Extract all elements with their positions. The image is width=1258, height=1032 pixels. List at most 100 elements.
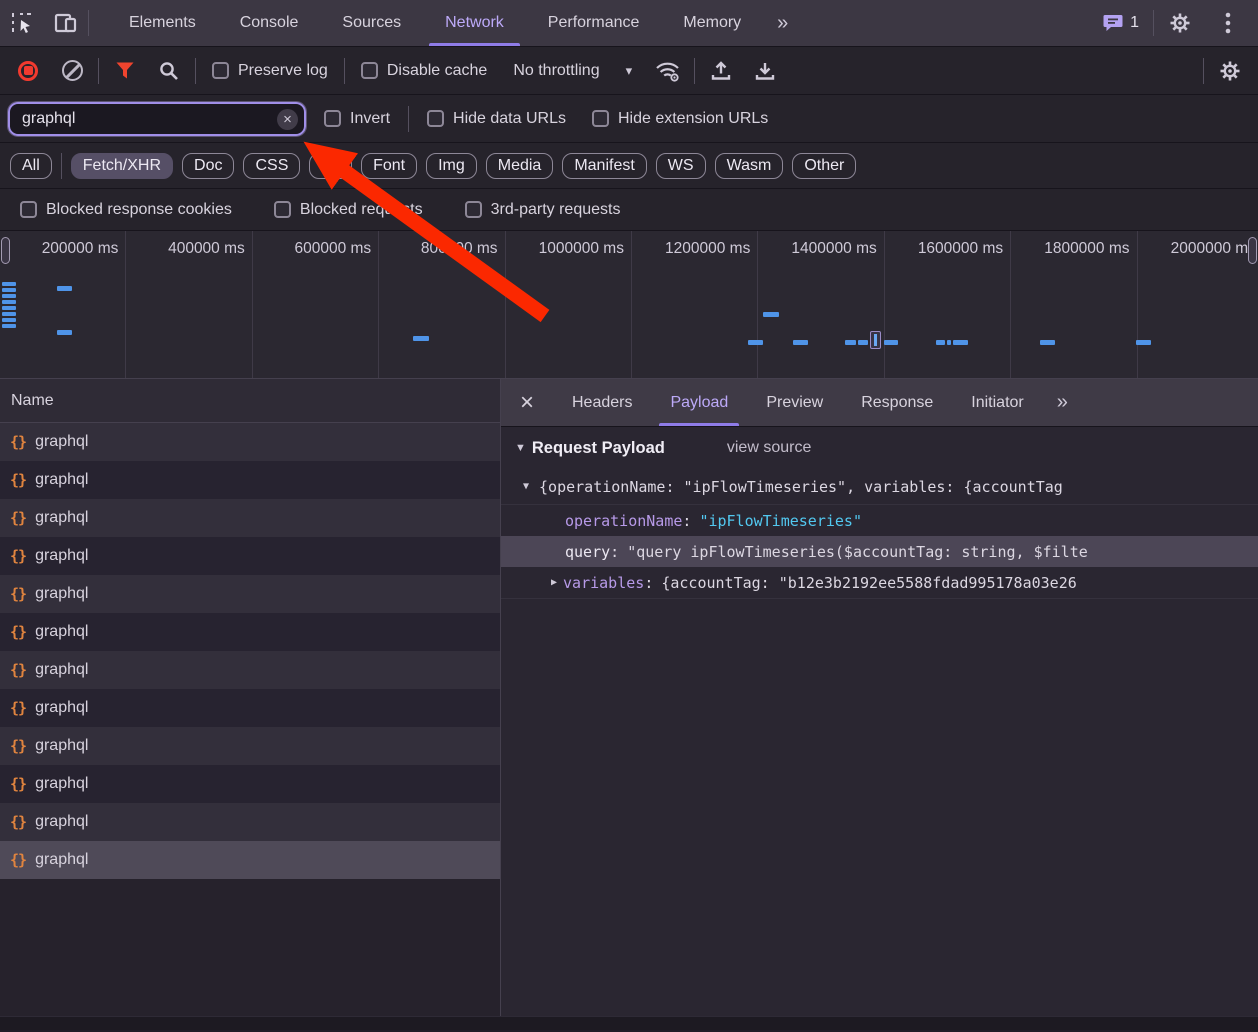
request-list-pane: Name {}graphql{}graphql{}graphql{}graphq…: [0, 379, 501, 1016]
expand-triangle-icon[interactable]: ▼: [523, 481, 529, 492]
hide-extension-urls-checkbox[interactable]: Hide extension URLs: [584, 110, 776, 128]
preserve-log-checkbox[interactable]: Preserve log: [204, 62, 336, 80]
pill-media[interactable]: Media: [486, 153, 554, 179]
payload-value: "ipFlowTimeseries": [699, 512, 862, 530]
issues-button[interactable]: 1: [1093, 14, 1149, 32]
timeline-bar: [793, 340, 808, 345]
details-tab-payload[interactable]: Payload: [651, 379, 747, 426]
table-row[interactable]: {}graphql: [0, 537, 500, 575]
funnel-icon: [116, 62, 134, 79]
table-row[interactable]: {}graphql: [0, 803, 500, 841]
pill-wasm[interactable]: Wasm: [715, 153, 784, 179]
timeline-bar: [953, 340, 968, 345]
tab-performance[interactable]: Performance: [526, 0, 662, 46]
table-row[interactable]: {}graphql: [0, 765, 500, 803]
pill-css[interactable]: CSS: [243, 153, 300, 179]
table-row[interactable]: {}graphql: [0, 651, 500, 689]
more-panels-icon[interactable]: »: [763, 0, 802, 46]
details-tab-response[interactable]: Response: [842, 379, 952, 426]
details-tab-initiator[interactable]: Initiator: [952, 379, 1042, 426]
payload-row[interactable]: ▶variables:{accountTag: "b12e3b2192ee558…: [501, 567, 1258, 598]
import-har-button[interactable]: [703, 53, 739, 89]
device-toolbar-icon: [54, 12, 78, 34]
timeline-bar: [748, 340, 763, 345]
disable-cache-label: Disable cache: [387, 62, 488, 80]
details-tab-preview[interactable]: Preview: [747, 379, 842, 426]
table-row[interactable]: {}graphql: [0, 727, 500, 765]
pill-js[interactable]: JS: [309, 153, 352, 179]
clear-filter-icon[interactable]: ×: [277, 109, 298, 130]
invert-checkbox[interactable]: Invert: [316, 110, 398, 128]
network-settings-button[interactable]: [1212, 53, 1248, 89]
details-tab-headers[interactable]: Headers: [553, 379, 651, 426]
filter-input[interactable]: [8, 102, 306, 136]
pill-fetch-xhr[interactable]: Fetch/XHR: [71, 153, 173, 179]
checkbox-label: 3rd-party requests: [491, 201, 621, 219]
clear-network-log-button[interactable]: [54, 53, 90, 89]
pill-manifest[interactable]: Manifest: [562, 153, 646, 179]
bottom-scroll-band: [0, 1016, 1258, 1030]
table-row[interactable]: {}graphql: [0, 575, 500, 613]
kebab-menu-button[interactable]: [1206, 12, 1250, 34]
pill-doc[interactable]: Doc: [182, 153, 234, 179]
pill-font[interactable]: Font: [361, 153, 417, 179]
network-conditions-button[interactable]: [650, 53, 686, 89]
blocked-response-cookies-checkbox[interactable]: Blocked response cookies: [12, 201, 240, 219]
tab-network[interactable]: Network: [423, 0, 526, 46]
search-button[interactable]: [151, 53, 187, 89]
timeline-column: 200000 ms: [0, 231, 126, 378]
pill-ws[interactable]: WS: [656, 153, 706, 179]
blocked-requests-checkbox[interactable]: Blocked requests: [266, 201, 431, 219]
tab-console[interactable]: Console: [218, 0, 321, 46]
payload-panel: ▼ Request Payload view source ▼ {operati…: [501, 427, 1258, 1016]
device-toolbar-button[interactable]: [44, 0, 88, 46]
pill-img[interactable]: Img: [426, 153, 477, 179]
table-row[interactable]: {}graphql: [0, 841, 500, 879]
filter-toggle-button[interactable]: [107, 53, 143, 89]
pill-other[interactable]: Other: [792, 153, 856, 179]
timeline-column: 1400000 ms: [758, 231, 884, 378]
table-row[interactable]: {}graphql: [0, 689, 500, 727]
3rd-party-requests-checkbox[interactable]: 3rd-party requests: [457, 201, 629, 219]
overview-right-handle[interactable]: [1248, 237, 1257, 264]
timeline-bar: [1136, 340, 1151, 345]
table-row[interactable]: {}graphql: [0, 423, 500, 461]
record-network-log-button[interactable]: [10, 53, 46, 89]
checkbox-box: [324, 110, 341, 127]
collapse-triangle-icon[interactable]: ▼: [515, 442, 526, 454]
checkbox-label: Blocked requests: [300, 201, 423, 219]
tab-elements[interactable]: Elements: [107, 0, 218, 46]
upload-icon: [710, 60, 732, 82]
payload-row[interactable]: query:"query ipFlowTimeseries($accountTa…: [501, 536, 1258, 567]
hide-data-urls-checkbox[interactable]: Hide data URLs: [419, 110, 574, 128]
checkbox-box: [20, 201, 37, 218]
expand-triangle-icon[interactable]: ▶: [551, 577, 557, 588]
close-details-button[interactable]: ×: [501, 379, 553, 426]
timeline-column: 800000 ms: [379, 231, 505, 378]
settings-button[interactable]: [1158, 12, 1202, 34]
timeline-bar: [2, 318, 16, 322]
pill-all[interactable]: All: [10, 153, 52, 179]
divider: [98, 58, 99, 84]
more-details-tabs-icon[interactable]: »: [1043, 379, 1082, 426]
table-row[interactable]: {}graphql: [0, 613, 500, 651]
disable-cache-checkbox[interactable]: Disable cache: [353, 62, 496, 80]
tab-sources[interactable]: Sources: [320, 0, 423, 46]
inspect-element-button[interactable]: [0, 0, 44, 46]
export-har-button[interactable]: [747, 53, 783, 89]
view-source-link[interactable]: view source: [727, 439, 811, 457]
payload-row[interactable]: operationName:"ipFlowTimeseries": [501, 505, 1258, 536]
network-overview-strip[interactable]: 200000 ms400000 ms600000 ms800000 ms1000…: [0, 231, 1258, 379]
name-column-header[interactable]: Name: [0, 379, 500, 423]
name-column-label: Name: [11, 392, 54, 410]
payload-root-row[interactable]: ▼ {operationName: "ipFlowTimeseries", va…: [501, 469, 1258, 505]
hide-data-urls-label: Hide data URLs: [453, 110, 566, 128]
table-row[interactable]: {}graphql: [0, 461, 500, 499]
request-name: graphql: [35, 661, 88, 679]
throttling-select[interactable]: No throttling ▾: [503, 62, 642, 80]
table-row[interactable]: {}graphql: [0, 499, 500, 537]
overview-left-handle[interactable]: [1, 237, 10, 264]
json-braces-icon: {}: [10, 623, 26, 641]
inspect-cursor-icon: [11, 12, 33, 34]
tab-memory[interactable]: Memory: [661, 0, 763, 46]
